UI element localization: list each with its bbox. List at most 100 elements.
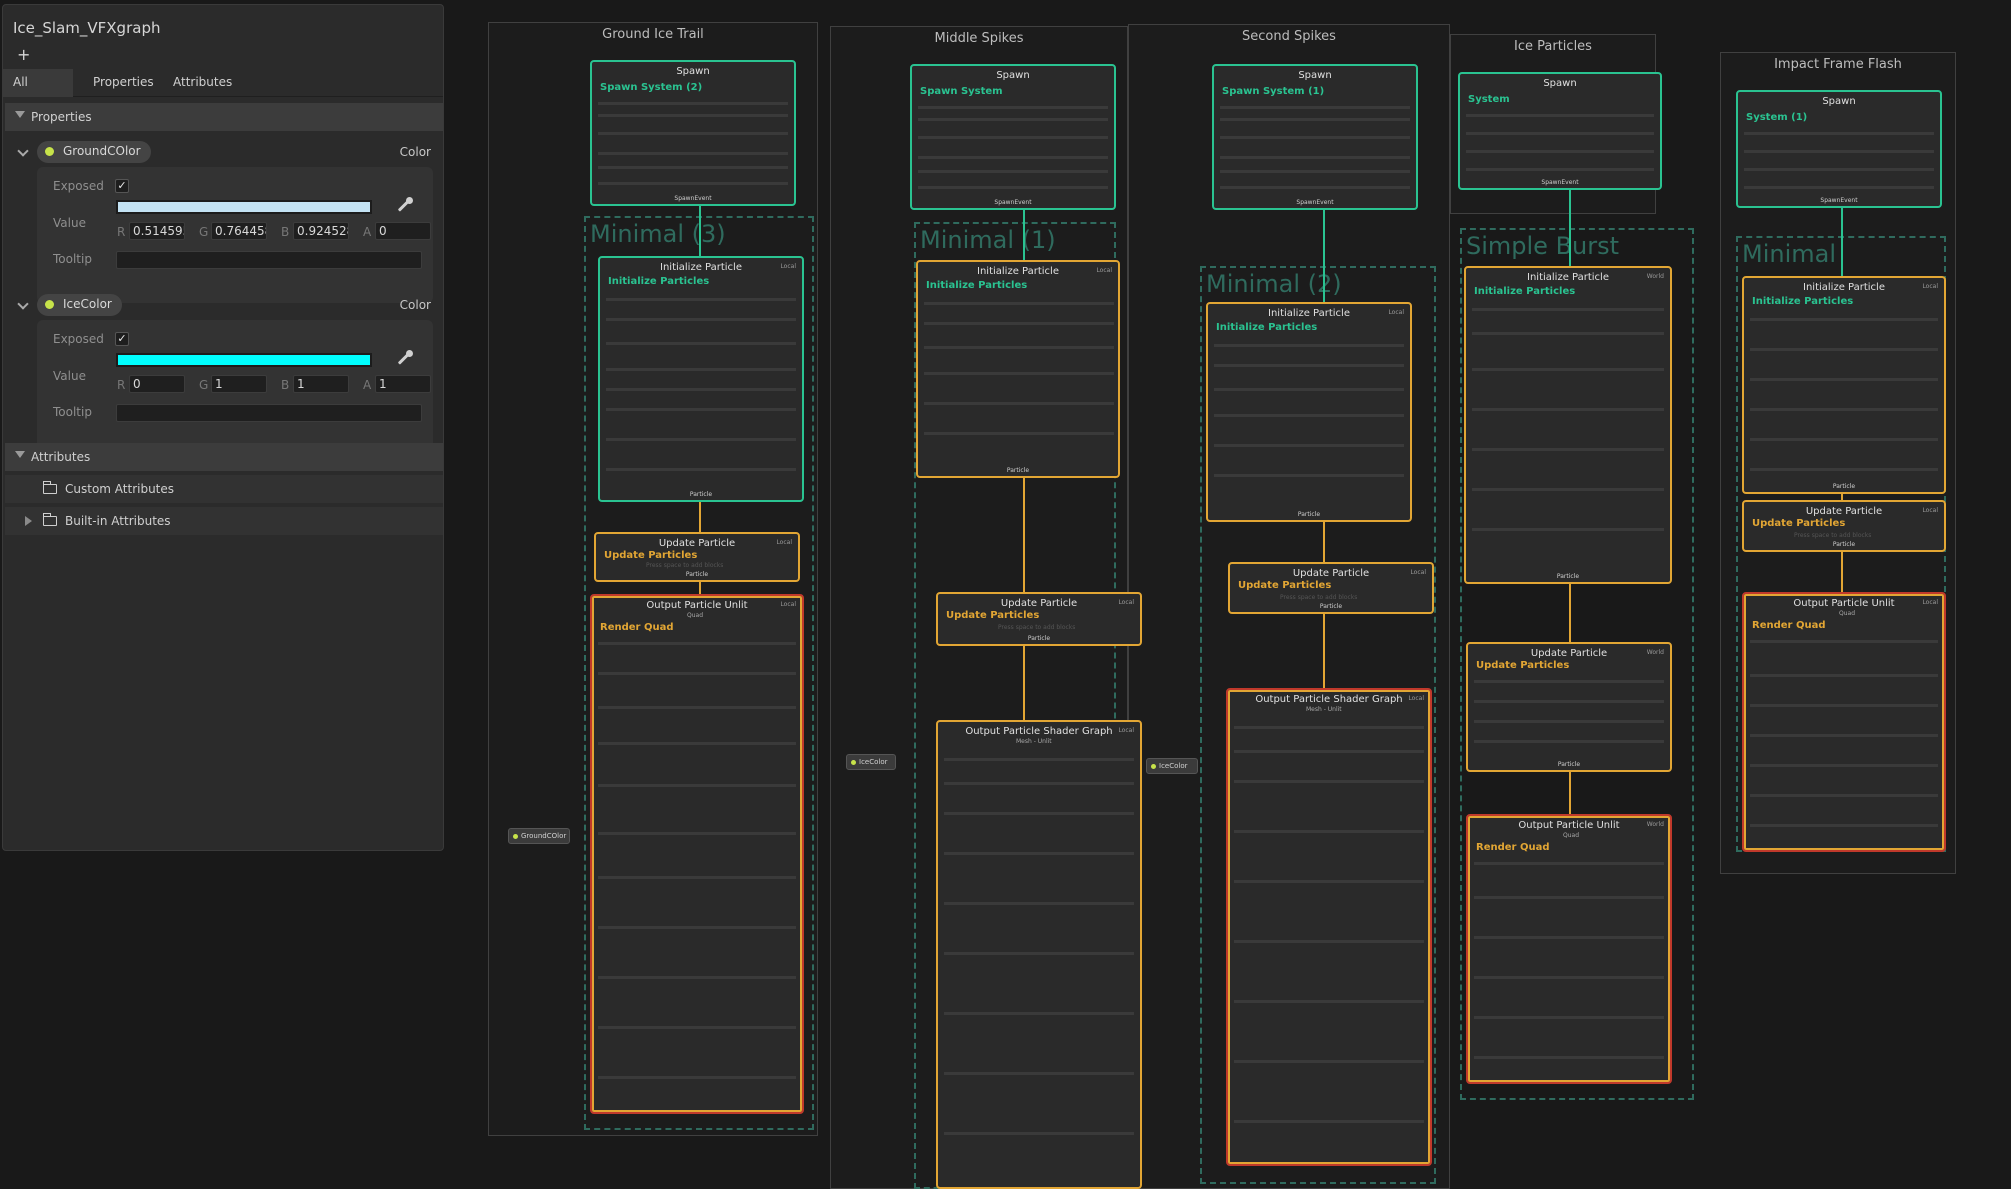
node-title: Initialize Particle — [1268, 308, 1350, 319]
node-subtitle: System — [1468, 94, 1510, 105]
wire-spawn-init-5 — [1841, 208, 1843, 276]
builtin-attributes-row[interactable]: Built-in Attributes — [5, 507, 443, 535]
value-label: Value — [53, 369, 86, 383]
update-node-4[interactable]: Update Particle World Update Particles P… — [1466, 642, 1672, 772]
channel-r-value[interactable]: 0 — [129, 375, 185, 393]
init-node-3[interactable]: Initialize Particle Local Initialize Par… — [1206, 302, 1412, 522]
tooltip-label: Tooltip — [53, 252, 92, 266]
attributes-section-header[interactable]: Attributes — [5, 443, 443, 471]
output-node-1[interactable]: Output Particle Unlit Local Quad Render … — [590, 594, 804, 1114]
graph-title: Ice_Slam_VFXgraph — [13, 19, 161, 37]
color-swatch[interactable] — [116, 200, 372, 214]
exposed-checkbox[interactable]: ✓ — [115, 179, 129, 193]
channel-g-value[interactable]: 1 — [211, 375, 267, 393]
tooltip-field[interactable] — [116, 251, 422, 269]
custom-attributes-row[interactable]: Custom Attributes — [5, 475, 443, 503]
update-node-5[interactable]: Update Particle Local Update Particles P… — [1742, 500, 1946, 552]
space-tag: Local — [1408, 695, 1424, 702]
chevron-down-icon[interactable] — [17, 298, 29, 310]
node-subtitle-mesh: Quad — [687, 612, 704, 619]
group-title[interactable]: Simple Burst — [1466, 232, 1619, 260]
space-tag: Local — [1388, 309, 1404, 316]
space-tag: World — [1646, 649, 1664, 656]
node-title: Initialize Particle — [977, 266, 1059, 277]
color-swatch[interactable] — [116, 353, 372, 367]
property-node-icecolor-2[interactable]: IceColor — [1146, 758, 1198, 774]
channel-g-value[interactable]: 0.764458 — [211, 222, 267, 240]
update-node-3[interactable]: Update Particle Local Update Particles P… — [1228, 562, 1434, 614]
space-tag: Local — [1410, 569, 1426, 576]
attributes-section-label: Attributes — [31, 450, 91, 464]
output-node-4[interactable]: Output Particle Unlit World Quad Render … — [1466, 814, 1672, 1084]
spawn-node-4[interactable]: Spawn System SpawnEvent — [1458, 72, 1662, 190]
init-node-5[interactable]: Initialize Particle Local Initialize Par… — [1742, 276, 1946, 494]
channel-a-value[interactable]: 0 — [375, 222, 431, 240]
node-output-label: SpawnEvent — [1541, 179, 1579, 186]
property-node-icecolor-1[interactable]: IceColor — [846, 754, 896, 770]
system-title[interactable]: Ground Ice Trail — [489, 27, 817, 42]
property-row-icecolor[interactable]: IceColor Color — [13, 294, 433, 318]
chevron-down-icon[interactable] — [17, 145, 29, 157]
channel-a-value[interactable]: 1 — [375, 375, 431, 393]
update-node-1[interactable]: Update Particle Local Update Particles P… — [594, 532, 800, 582]
node-subtitle: Spawn System — [920, 86, 1003, 97]
init-node-2[interactable]: Initialize Particle Local Initialize Par… — [916, 260, 1120, 478]
exposed-checkbox[interactable]: ✓ — [115, 332, 129, 346]
eyedropper-icon[interactable] — [395, 350, 413, 368]
properties-section-header[interactable]: Properties — [5, 103, 443, 131]
system-title[interactable]: Ice Particles — [1451, 39, 1655, 54]
init-node-1[interactable]: Initialize Particle Local Initialize Par… — [598, 256, 804, 502]
group-title[interactable]: Minimal — [1742, 240, 1836, 268]
tab-properties[interactable]: Properties — [93, 75, 154, 89]
node-title: Update Particle — [1530, 648, 1608, 659]
group-title[interactable]: Minimal (2) — [1206, 270, 1342, 298]
blackboard-tabs: All Properties Attributes — [3, 69, 443, 97]
update-node-2[interactable]: Update Particle Local Update Particles P… — [936, 592, 1142, 646]
node-subtitle: Spawn System (1) — [1222, 86, 1325, 97]
init-node-4[interactable]: Initialize Particle World Initialize Par… — [1464, 266, 1672, 584]
system-title[interactable]: Impact Frame Flash — [1721, 57, 1955, 72]
spawn-node-5[interactable]: Spawn System (1) SpawnEvent — [1736, 90, 1942, 208]
custom-attributes-label: Custom Attributes — [65, 482, 175, 496]
graph-canvas[interactable]: Ground Ice Trail Middle Spikes Second Sp… — [446, 0, 2011, 1189]
system-title[interactable]: Second Spikes — [1129, 29, 1449, 44]
space-tag: Local — [1922, 507, 1938, 514]
property-pill[interactable]: GroundCOlor — [37, 141, 151, 163]
node-title: Output Particle Shader Graph — [1255, 694, 1403, 705]
node-title: Update Particle — [658, 538, 736, 549]
property-row-groundcolor[interactable]: GroundCOlor Color — [13, 141, 433, 165]
channel-b-value[interactable]: 1 — [293, 375, 349, 393]
channel-r-value[interactable]: 0.514595 — [129, 222, 185, 240]
tab-attributes[interactable]: Attributes — [173, 75, 232, 89]
folder-icon — [43, 513, 57, 526]
output-node-2[interactable]: Output Particle Shader Graph Local Mesh … — [936, 720, 1142, 1189]
tooltip-field[interactable] — [116, 404, 422, 422]
node-output-label: Particle — [1557, 761, 1581, 768]
properties-section-label: Properties — [31, 110, 92, 124]
spawn-node-3[interactable]: Spawn Spawn System (1) SpawnEvent — [1212, 64, 1418, 210]
node-subtitle-mesh: Quad — [1839, 610, 1856, 617]
group-title[interactable]: Minimal (1) — [920, 226, 1056, 254]
group-title[interactable]: Minimal (3) — [590, 220, 726, 248]
render-quad-label: Render Quad — [600, 622, 674, 633]
space-tag: Local — [1118, 599, 1134, 606]
channel-b-value[interactable]: 0.924528 — [293, 222, 349, 240]
wire-update-output-2 — [1023, 644, 1025, 720]
add-property-button[interactable]: + — [17, 45, 30, 64]
node-subtitle: Update Particles — [1752, 518, 1846, 529]
spawn-node-2[interactable]: Spawn Spawn System SpawnEvent — [910, 64, 1116, 210]
property-pill[interactable]: IceColor — [37, 294, 122, 316]
tab-all[interactable]: All — [13, 75, 28, 89]
property-node-groundcolor[interactable]: GroundCOlor — [508, 828, 570, 844]
output-node-3[interactable]: Output Particle Shader Graph Local Mesh … — [1226, 688, 1432, 1166]
wire-update-output-4 — [1569, 772, 1571, 816]
space-tag: Local — [780, 601, 796, 608]
node-subtitle-mesh: Quad — [1563, 832, 1580, 839]
spawn-node-1[interactable]: Spawn Spawn System (2) SpawnEvent — [590, 60, 796, 206]
system-title[interactable]: Middle Spikes — [831, 31, 1127, 46]
eyedropper-icon[interactable] — [395, 197, 413, 215]
expand-arrow-icon[interactable] — [25, 516, 32, 526]
output-node-5[interactable]: Output Particle Unlit Local Quad Render … — [1742, 592, 1946, 852]
node-title: Output Particle Unlit — [1793, 598, 1895, 609]
node-title: Update Particle — [1000, 598, 1078, 609]
